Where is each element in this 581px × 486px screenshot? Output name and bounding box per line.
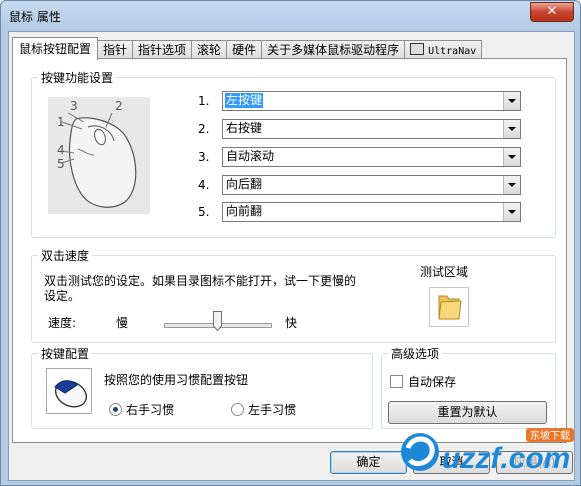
button-4-number: 4. — [198, 178, 210, 192]
folder-icon — [438, 295, 462, 320]
button-3-dropdown[interactable]: 自动滚动 — [222, 147, 521, 167]
diagram-label-5: 5 — [57, 157, 65, 171]
ok-button[interactable]: 确定 — [330, 451, 407, 474]
right-hand-label[interactable]: 右手习惯 — [126, 401, 174, 418]
double-click-description-1: 双击测试您的设定。如果目录图标不能打开，试一下更慢的 — [44, 274, 357, 288]
tab-mouse-buttons[interactable]: 鼠标按钮配置 — [12, 37, 99, 60]
button-3-value: 自动滚动 — [226, 149, 275, 163]
test-folder[interactable] — [429, 287, 469, 327]
button-1-value: 左按键 — [225, 93, 264, 108]
button-5-number: 5. — [198, 205, 210, 219]
button-2-dropdown[interactable]: 右按键 — [222, 119, 521, 139]
slow-label: 慢 — [116, 316, 129, 330]
close-button[interactable]: ✕ — [530, 2, 574, 22]
button-4-value: 向后翻 — [226, 177, 263, 191]
touchpad-icon — [410, 43, 425, 55]
watermark-icon: 东坡下载 uzzf.com — [401, 428, 574, 475]
tab-ultranav-label: UltraNav — [428, 46, 477, 57]
title-bar[interactable]: 鼠标 属性 ✕ — [1, 1, 580, 29]
diagram-label-4: 4 — [57, 143, 65, 157]
button-1-number: 1. — [198, 94, 210, 108]
test-area-label: 测试区域 — [420, 265, 469, 279]
tab-about-driver[interactable]: 关于多媒体鼠标驱动程序 — [261, 40, 406, 60]
button-config-legend: 按键配置 — [41, 347, 90, 361]
diagram-label-1: 1 — [57, 115, 65, 129]
watermark-logo: 东坡下载 uzzf.com — [398, 418, 578, 482]
button-2-number: 2. — [198, 122, 210, 136]
double-click-legend: 双击速度 — [41, 249, 90, 263]
button-3-number: 3. — [198, 150, 210, 164]
tab-pointer-options[interactable]: 指针选项 — [132, 40, 193, 60]
chevron-down-icon[interactable] — [503, 92, 520, 110]
speed-label: 速度: — [48, 316, 77, 330]
double-click-description-2: 设定。 — [44, 289, 81, 303]
button-5-value: 向前翻 — [226, 204, 263, 218]
mouse-icon — [54, 380, 88, 408]
chevron-down-icon[interactable] — [503, 203, 520, 221]
diagram-label-3: 3 — [70, 99, 78, 113]
close-icon: ✕ — [546, 4, 558, 19]
mouse-diagram: 3 2 1 4 5 — [48, 97, 150, 214]
chevron-down-icon[interactable] — [503, 176, 520, 194]
chevron-down-icon[interactable] — [503, 148, 520, 166]
tab-pointers[interactable]: 指针 — [97, 40, 134, 60]
tab-strip: 鼠标按钮配置 指针 指针选项 滚轮 硬件 关于多媒体鼠标驱动程序 UltraNa… — [12, 37, 483, 60]
autosave-checkbox[interactable] — [390, 375, 403, 388]
tab-ultranav[interactable]: UltraNav — [404, 40, 483, 60]
left-hand-label[interactable]: 左手习惯 — [248, 401, 296, 418]
button-5-dropdown[interactable]: 向前翻 — [222, 202, 521, 222]
svg-text:uzzf.com: uzzf.com — [442, 442, 570, 475]
autosave-label[interactable]: 自动保存 — [408, 373, 456, 390]
button-functions-legend: 按键功能设置 — [41, 71, 114, 85]
button-1-dropdown[interactable]: 左按键 — [222, 91, 521, 111]
button-config-description: 按照您的使用习惯配置按钮 — [104, 373, 249, 387]
mouse-config-image — [46, 368, 92, 414]
advanced-legend: 高级选项 — [391, 347, 440, 361]
diagram-label-2: 2 — [115, 99, 123, 113]
svg-text:东坡下载: 东坡下载 — [530, 429, 570, 442]
speed-slider-thumb[interactable] — [212, 311, 222, 331]
left-hand-radio[interactable] — [231, 403, 244, 416]
button-2-value: 右按键 — [226, 121, 263, 135]
window-title: 鼠标 属性 — [9, 10, 61, 24]
chevron-down-icon[interactable] — [503, 120, 520, 138]
fast-label: 快 — [285, 316, 298, 330]
tab-hardware[interactable]: 硬件 — [226, 40, 263, 60]
tab-wheel[interactable]: 滚轮 — [191, 40, 228, 60]
right-hand-radio[interactable] — [109, 403, 122, 416]
button-4-dropdown[interactable]: 向后翻 — [222, 175, 521, 195]
